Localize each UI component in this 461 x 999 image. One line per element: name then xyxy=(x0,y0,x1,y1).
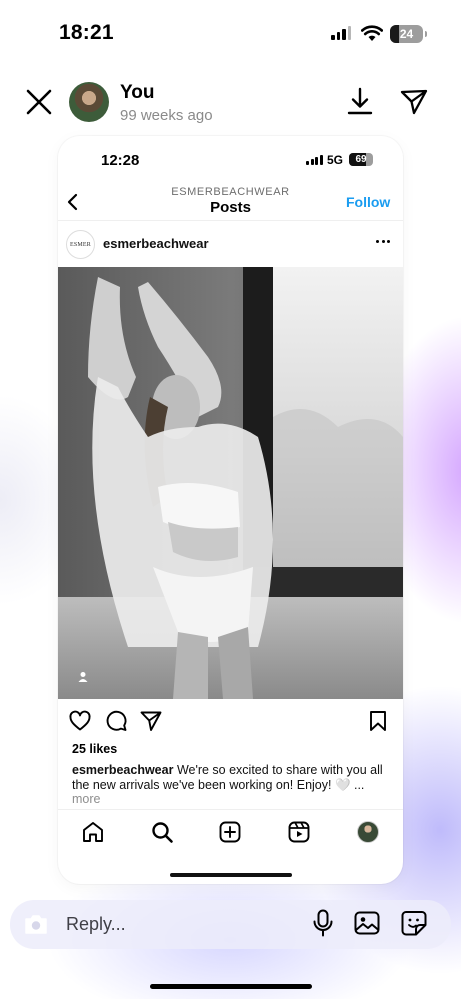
brand-logo-text: ESMER xyxy=(69,241,91,248)
profile-avatar-tab[interactable] xyxy=(357,821,379,843)
shared-post-card[interactable]: 12:28 5G 69 ESMERBEACHWEAR Posts Follow … xyxy=(58,136,403,884)
post-photo[interactable] xyxy=(58,267,403,699)
post-caption: esmerbeachwear We're so excited to share… xyxy=(72,763,394,793)
divider xyxy=(58,220,403,221)
download-icon[interactable] xyxy=(346,86,374,116)
follow-button[interactable]: Follow xyxy=(346,194,390,210)
send-icon[interactable] xyxy=(399,86,429,116)
reels-icon[interactable] xyxy=(287,820,311,844)
search-icon[interactable] xyxy=(150,820,174,844)
close-icon[interactable] xyxy=(24,87,54,117)
share-icon[interactable] xyxy=(139,709,163,733)
sticker-icon[interactable] xyxy=(400,909,428,937)
heart-icon[interactable] xyxy=(68,709,92,733)
caption-username[interactable]: esmerbeachwear xyxy=(72,763,173,777)
camera-icon[interactable] xyxy=(23,912,49,936)
comment-icon[interactable] xyxy=(104,709,128,733)
battery-indicator: 24 xyxy=(390,25,427,43)
avatar[interactable] xyxy=(69,82,109,122)
reply-input[interactable] xyxy=(66,912,266,936)
divider xyxy=(58,809,403,810)
post-author-avatar[interactable]: ESMER xyxy=(66,230,95,259)
network-label: 5G xyxy=(327,153,344,167)
wifi-icon xyxy=(361,25,383,41)
microphone-icon[interactable] xyxy=(310,908,336,938)
story-timestamp: 99 weeks ago xyxy=(120,107,213,124)
person-tag-icon[interactable] xyxy=(76,670,90,684)
caption-more-link[interactable]: more xyxy=(72,792,100,806)
bookmark-icon[interactable] xyxy=(366,709,390,733)
create-icon[interactable] xyxy=(218,820,242,844)
home-indicator xyxy=(150,984,312,989)
gallery-icon[interactable] xyxy=(353,909,381,937)
story-username[interactable]: You xyxy=(120,82,154,104)
inner-battery-indicator: 69 xyxy=(349,153,373,166)
status-time: 18:21 xyxy=(59,21,114,44)
inner-status-time: 12:28 xyxy=(101,152,140,169)
inner-home-indicator xyxy=(170,873,292,877)
signal-icon xyxy=(331,26,351,40)
post-username[interactable]: esmerbeachwear xyxy=(103,236,209,251)
home-icon[interactable] xyxy=(81,820,105,844)
inner-signal-icon xyxy=(306,155,323,165)
likes-count[interactable]: 25 likes xyxy=(72,742,117,756)
more-icon[interactable] xyxy=(376,240,392,246)
